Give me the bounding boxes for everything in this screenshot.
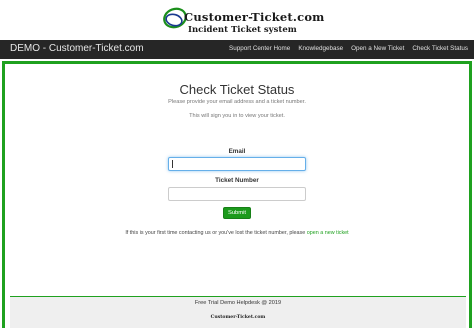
nav-links: Support Center Home Knowledgebase Open a… — [229, 45, 468, 52]
footer: Free Trial Demo Helpdesk @ 2019 Customer… — [10, 297, 466, 328]
logo-subtitle: Incident Ticket system — [188, 25, 297, 35]
page-subtitle-1: Please provide your email address and a … — [168, 99, 306, 105]
ticket-number-field[interactable] — [168, 187, 306, 201]
footer-logo[interactable]: Customer-Ticket.com — [10, 315, 466, 320]
nav-check-ticket-status[interactable]: Check Ticket Status — [412, 45, 468, 52]
page-title: Check Ticket Status — [179, 82, 295, 97]
submit-button[interactable]: Submit — [223, 207, 251, 219]
ticket-number-label: Ticket Number — [215, 177, 259, 184]
brand-header: Customer-Ticket.com Incident Ticket syst… — [0, 0, 474, 40]
logo[interactable]: Customer-Ticket.com Incident Ticket syst… — [162, 4, 342, 38]
nav-knowledgebase[interactable]: Knowledgebase — [298, 45, 343, 52]
navbar-brand[interactable]: DEMO - Customer-Ticket.com — [10, 43, 144, 54]
logo-title: Customer-Ticket.com — [184, 10, 325, 24]
text-caret — [172, 160, 173, 168]
open-new-ticket-link[interactable]: open a new ticket — [307, 230, 349, 236]
email-label: Email — [228, 148, 246, 155]
email-field[interactable] — [168, 157, 306, 171]
page-subtitle-2: This will sign you in to view your ticke… — [189, 113, 285, 119]
top-navbar: DEMO - Customer-Ticket.com Support Cente… — [0, 40, 474, 59]
help-text-body: If this is your first time contacting us… — [125, 230, 307, 236]
help-text: If this is your first time contacting us… — [0, 230, 474, 236]
nav-support-center-home[interactable]: Support Center Home — [229, 45, 290, 52]
footer-text: Free Trial Demo Helpdesk @ 2019 — [194, 300, 282, 306]
nav-open-new-ticket[interactable]: Open a New Ticket — [351, 45, 404, 52]
